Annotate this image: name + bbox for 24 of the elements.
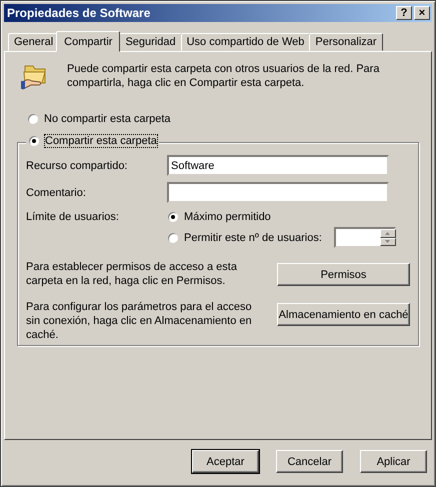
tab[interactable]: Personalizar — [309, 33, 383, 51]
window-title: Propiedades de Software — [7, 6, 150, 20]
help-button[interactable]: ? — [396, 6, 412, 20]
tab[interactable]: Uso compartido de Web — [180, 33, 310, 51]
dialog-button[interactable]: Cancelar — [276, 450, 343, 473]
action-button[interactable]: Permisos — [277, 263, 410, 286]
dialog-button[interactable]: Aceptar — [192, 450, 259, 473]
dialog-button[interactable]: Aplicar — [360, 450, 427, 473]
field-label: Recurso compartido: — [26, 160, 128, 172]
text-field[interactable] — [167, 182, 389, 203]
text-field[interactable]: Software — [167, 155, 389, 176]
field-label: Comentario: — [26, 186, 87, 198]
field-label: Límite de usuarios: — [26, 211, 120, 225]
spin-box[interactable] — [334, 227, 396, 248]
radio-option[interactable]: Máximo permitido — [167, 211, 271, 223]
tab[interactable]: Compartir — [56, 31, 120, 52]
action-button[interactable]: Almacenamiento en caché — [277, 303, 410, 326]
intro-text: Puede compartir esta carpeta con otros usuarios de la red. Para compartirla, haga clic en Compartir esta carpeta. — [67, 62, 380, 90]
radio-option[interactable]: No compartir esta carpeta — [27, 113, 171, 125]
description-text: Para configurar los parámetros para el acceso sin conexión, haga clic en Almacenamiento en caché. — [26, 300, 253, 342]
radio-option[interactable]: Compartir esta carpeta — [26, 135, 159, 147]
close-button[interactable]: × — [414, 6, 430, 20]
radio-option[interactable]: Permitir este nº de usuarios: — [167, 232, 322, 244]
description-text: Para establecer permisos de acceso a esta carpeta en la red, haga clic en Permisos. — [26, 260, 238, 288]
